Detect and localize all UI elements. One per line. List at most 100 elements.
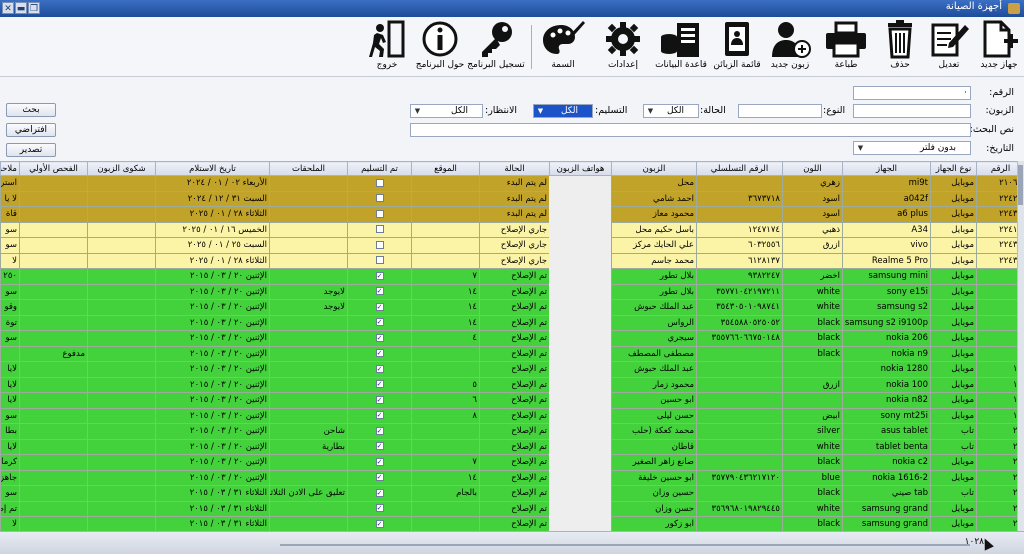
column-header[interactable]: الزبون <box>611 161 697 176</box>
table-row[interactable]: ٨موبايلnokia n9blackمصطفى المصطفتم الإصل… <box>0 345 1024 362</box>
cell-status: جاري الإصلاح <box>479 252 550 269</box>
column-header[interactable]: الرقم التسلسلي <box>696 161 783 176</box>
table-row[interactable]: ١٥موبايلnokia 1280عبد الملك حبوشتم الإصل… <box>0 361 1024 378</box>
delivered-checkbox[interactable]: ✓ <box>375 395 384 404</box>
table-row[interactable]: ٢٢٤٢٤ موبايل a042f اسود ٣٦٧٣٧١٨ احمد شامي لم ي… <box>0 190 1024 207</box>
about-button[interactable]: حول البرنامج <box>414 19 466 75</box>
delivered-checkbox[interactable]: ✓ <box>375 287 384 296</box>
table-row[interactable]: ٢٩موبايلsamsung grandblackابو زكورتم الإ… <box>0 516 1024 531</box>
close-icon[interactable]: ✕ <box>2 2 14 14</box>
date-filter-select[interactable]: بدون فلتر ▼ <box>853 141 971 155</box>
horizontal-scrollbar[interactable] <box>280 544 970 546</box>
table-row[interactable]: ٣موبايلsamsung miniاخضر٩٣٨٢٢٤٧بلال تطورت… <box>0 268 1024 285</box>
delivered-checkbox[interactable] <box>375 240 384 249</box>
delete-button[interactable]: حذف <box>877 19 923 75</box>
column-header[interactable]: اللون <box>782 161 843 176</box>
vertical-scrollbar[interactable] <box>1017 161 1024 531</box>
new-device-button[interactable]: جهاز جديد <box>975 19 1023 75</box>
table-row[interactable]: ٢٢٤٣٦ موبايل vivo ازرق ٦٠٣٢٥٥٦ علي الحايك مرك… <box>0 237 1024 254</box>
table-row[interactable]: ٢٣موبايلnokia c2blackصانع زاهر الصغيرتم … <box>0 454 1024 471</box>
delivered-checkbox[interactable]: ✓ <box>375 364 384 373</box>
table-row[interactable]: ٢٢٤١٩ موبايل A34 ذهبي ١٢٤٧١٧٤ باسل حكيم محل جا… <box>0 221 1024 238</box>
delivered-checkbox[interactable] <box>375 178 384 187</box>
delivered-checkbox[interactable]: ✓ <box>375 488 384 497</box>
delivered-checkbox[interactable]: ✓ <box>375 318 384 327</box>
delivered-checkbox[interactable]: ✓ <box>375 457 384 466</box>
table-row[interactable]: ٢٤موبايلnokia 1616-2blue٣٥٧٧٩٠٤٣٦٢١٧١٢٠ا… <box>0 469 1024 486</box>
delivered-cell: ✓ <box>347 268 412 285</box>
column-header[interactable]: الحالة <box>479 161 550 176</box>
delivered-checkbox[interactable] <box>375 194 384 203</box>
delivered-checkbox[interactable]: ✓ <box>375 380 384 389</box>
waiting-select[interactable]: الكل ▼ <box>410 104 483 118</box>
delivered-checkbox[interactable]: ✓ <box>375 271 384 280</box>
database-button[interactable]: قاعدة البيانات <box>652 19 710 75</box>
cell-accessories: بطارية <box>269 438 348 455</box>
table-row[interactable]: ٥موبايلsamsung s2white٣٥٤٣٠٥٠١٠٩٨٧٤١عبد … <box>0 299 1024 316</box>
table-row[interactable]: ٢٠تابasus tabletsilverمحمد كعكة (حلبتم ا… <box>0 423 1024 440</box>
table-row[interactable]: ٧موبايلnokia 206black٣٥٥٧٦٦٠٦٦٧٥٠١٤٨سيجر… <box>0 330 1024 347</box>
export-button[interactable]: تصدير <box>6 143 56 157</box>
column-header[interactable]: الجهاز <box>842 161 931 176</box>
delivered-checkbox[interactable] <box>375 209 384 218</box>
type-input[interactable] <box>738 104 822 118</box>
register-button[interactable]: تسجيل البرنامج <box>466 19 526 75</box>
table-row[interactable]: ٤موبايلsony e15iwhite٣٥٧٧١٠٤٢١٩٧٢١١بلال … <box>0 283 1024 300</box>
table-row[interactable]: ٢٢٤٣٩ موبايل Realme 5 Pro ٦١٢٨١٣٧ محمد جاسم ج… <box>0 252 1024 269</box>
restore-icon[interactable]: ❐ <box>28 2 40 14</box>
delivered-checkbox[interactable]: ✓ <box>375 349 384 358</box>
delivered-checkbox[interactable]: ✓ <box>375 411 384 420</box>
theme-button[interactable]: السمة <box>535 19 591 75</box>
column-header[interactable]: تاريخ الاستلام <box>155 161 270 176</box>
table-row[interactable]: ٢٢٤٣٩ موبايل a6 plus اسود محمود معاز لم يتم ا… <box>0 206 1024 223</box>
delivered-checkbox[interactable]: ✓ <box>375 302 384 311</box>
cell-colorName: ازرق <box>782 376 843 393</box>
delivered-cell <box>347 206 412 223</box>
delivered-checkbox[interactable]: ✓ <box>375 442 384 451</box>
search-input[interactable] <box>410 123 971 137</box>
cell-accessories <box>269 454 348 471</box>
cell-date: الإثنين ٢٠ / ٠٣ / ٢٠١٥ <box>155 361 270 378</box>
customer-input[interactable] <box>853 104 971 118</box>
minimize-icon[interactable]: ▬ <box>15 2 27 14</box>
table-row[interactable]: ١٧موبايلnokia n82ابو حسينتم الإصلاح٦✓الإ… <box>0 392 1024 409</box>
cell-customer: محمود زمار <box>611 376 697 393</box>
table-row[interactable]: ١٩موبايلsony mt25iابيضحسن ليلىتم الإصلاح… <box>0 407 1024 424</box>
column-header[interactable]: الموقع <box>411 161 480 176</box>
column-header[interactable]: هواتف الزبون <box>549 161 612 176</box>
new-customer-button[interactable]: زبون جديد <box>764 19 816 75</box>
chevron-down-icon: ▼ <box>537 107 544 115</box>
delivered-cell: ✓ <box>347 283 412 300</box>
scrollbar-thumb[interactable] <box>1018 165 1023 205</box>
table-row[interactable]: ١٦موبايلnokia 100ازرقمحمود زمارتم الإصلا… <box>0 376 1024 393</box>
delivery-select[interactable]: الكل ▼ <box>533 104 593 118</box>
column-header[interactable]: ملاحظات الاستلام <box>0 161 20 176</box>
status-select[interactable]: الكل ▼ <box>643 104 699 118</box>
delivered-checkbox[interactable] <box>375 256 384 265</box>
delivered-checkbox[interactable]: ✓ <box>375 504 384 513</box>
column-header[interactable]: شكوى الزبون <box>87 161 156 176</box>
exit-button[interactable]: خروج <box>362 19 412 75</box>
table-row[interactable]: ٢٨موبايلsamsung grandwhite٣٥٦٩٦٨٠١٩٨٢٩٤٤… <box>0 500 1024 517</box>
delivered-checkbox[interactable]: ✓ <box>375 519 384 528</box>
column-header[interactable]: تم التسليم <box>347 161 412 176</box>
table-row[interactable]: ٦موبايلsamsung s2 i9100pblack٣٥٤٥٨٨٠٥٢٥٠… <box>0 314 1024 331</box>
column-header[interactable]: نوع الجهاز <box>930 161 977 176</box>
print-button[interactable]: طباعة <box>820 19 872 75</box>
delivered-checkbox[interactable]: ✓ <box>375 333 384 342</box>
delivered-checkbox[interactable]: ✓ <box>375 473 384 482</box>
delivered-checkbox[interactable]: ✓ <box>375 426 384 435</box>
edit-button[interactable]: تعديل <box>925 19 973 75</box>
customers-list-button[interactable]: قائمة الزبائن <box>712 19 762 75</box>
cell-notes: توة <box>0 314 20 331</box>
number-input[interactable]: · <box>853 86 971 100</box>
table-row[interactable]: ٢٧تابtab صينيblackحسين وزانتم الإصلاحبال… <box>0 485 1024 502</box>
table-row[interactable]: ٢١تابtablet bentawhiteقاطانتم الإصلاح✓بط… <box>0 438 1024 455</box>
column-header[interactable]: الملحقات <box>269 161 348 176</box>
search-button[interactable]: بحث <box>6 103 56 117</box>
column-header[interactable]: الفحص الأولي <box>19 161 88 176</box>
delivered-checkbox[interactable] <box>375 225 384 234</box>
settings-button[interactable]: إعدادات <box>598 19 648 75</box>
default-button[interactable]: افتراضي <box>6 123 56 137</box>
table-row[interactable]: ٢١٠٦٢ موبايل mi9t زهري محل لم يتم البدء الأربع… <box>0 175 1024 192</box>
